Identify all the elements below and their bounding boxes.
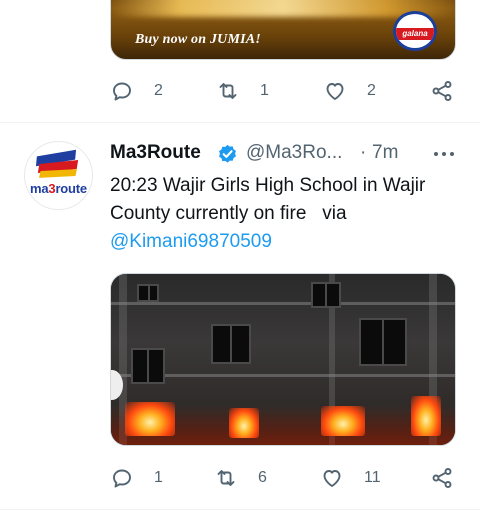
tweet-media-image[interactable] — [110, 273, 456, 446]
reply-button[interactable]: 2 — [110, 76, 163, 106]
like-count: 2 — [367, 82, 376, 99]
like-count: 11 — [364, 469, 381, 486]
reply-count: 1 — [154, 469, 163, 486]
tweet-divider — [0, 122, 480, 123]
avatar-logo-text: ma3route — [30, 181, 87, 196]
reply-icon — [113, 469, 131, 488]
share-button[interactable] — [430, 76, 454, 106]
share-icon — [432, 468, 452, 488]
handle[interactable]: @Ma3Ro... — [246, 142, 342, 164]
display-name[interactable]: Ma3Route — [110, 142, 201, 164]
retweet-count: 6 — [258, 469, 267, 486]
galana-logo: galana — [393, 11, 437, 51]
tweet-actions: 1 6 11 — [110, 463, 456, 493]
tweet-header: Ma3Route @Ma3Ro... · 7m — [110, 140, 456, 168]
previous-tweet-actions: 2 1 2 — [110, 76, 456, 106]
share-icon — [432, 81, 452, 101]
retweet-icon — [217, 470, 235, 486]
like-icon — [323, 470, 341, 487]
retweet-button[interactable]: 6 — [214, 463, 267, 493]
tweet-body: 20:23 Wajir Girls High School in Wajir C… — [110, 175, 431, 224]
retweet-icon — [219, 83, 237, 99]
retweet-button[interactable]: 1 — [216, 76, 269, 106]
reply-button[interactable]: 1 — [110, 463, 163, 493]
separator: · — [360, 142, 367, 163]
verified-badge-icon[interactable] — [216, 142, 239, 165]
promo-text: Buy now on JUMIA! — [135, 32, 261, 47]
tweet-text: 20:23 Wajir Girls High School in Wajir C… — [110, 172, 456, 256]
like-icon — [326, 83, 344, 100]
more-icon[interactable] — [432, 142, 456, 166]
mention-link[interactable]: @Kimani69870509 — [110, 228, 456, 256]
previous-tweet-media[interactable]: Buy now on JUMIA! galana — [110, 0, 456, 60]
reply-icon — [113, 82, 131, 101]
share-button[interactable] — [430, 463, 454, 493]
tweet-divider — [0, 509, 480, 510]
avatar[interactable]: ma3route — [24, 141, 93, 210]
timestamp[interactable]: 7m — [372, 142, 398, 164]
like-button[interactable]: 2 — [323, 76, 376, 106]
reply-count: 2 — [154, 82, 163, 99]
like-button[interactable]: 11 — [320, 463, 381, 493]
retweet-count: 1 — [260, 82, 269, 99]
brand-logo-text: galana — [402, 29, 428, 38]
